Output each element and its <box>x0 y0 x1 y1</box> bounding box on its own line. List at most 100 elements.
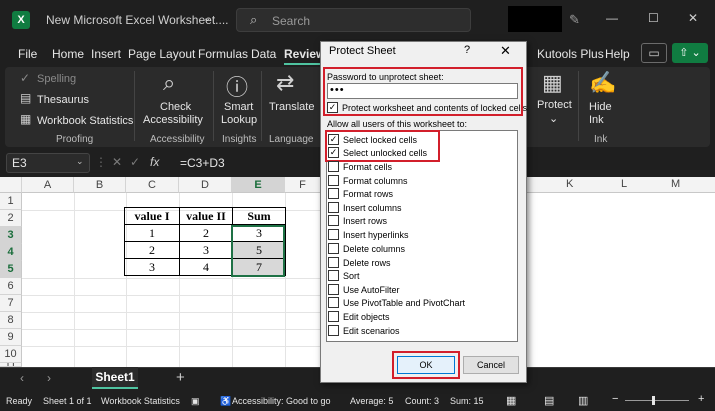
row-header[interactable]: 6 <box>0 278 22 295</box>
permission-checkbox[interactable] <box>328 257 339 268</box>
tab-home[interactable]: Home <box>52 47 84 61</box>
add-sheet-button[interactable]: + <box>176 369 185 386</box>
zoom-slider[interactable] <box>625 400 689 401</box>
table-cell[interactable]: 3 <box>179 241 233 259</box>
sheet-tab[interactable]: Sheet1 <box>92 367 138 389</box>
table-header-cell[interactable]: value I <box>124 207 180 225</box>
search-input[interactable]: Search <box>272 14 310 28</box>
pen-icon[interactable]: ✎ <box>569 12 580 28</box>
column-header[interactable]: C <box>126 177 179 193</box>
check-accessibility-label-2[interactable]: Accessibility <box>143 114 203 126</box>
column-header[interactable]: D <box>179 177 232 193</box>
document-title[interactable]: New Microsoft Excel Worksheet.... <box>46 13 229 27</box>
permission-checkbox[interactable] <box>328 284 339 295</box>
comments-button[interactable]: ▭ <box>641 43 667 63</box>
translate-button[interactable]: Translate <box>269 101 314 113</box>
column-header[interactable]: L <box>621 178 627 190</box>
chevron-down-icon[interactable]: ⌄ <box>549 112 558 125</box>
chevron-down-icon[interactable]: ⌄ <box>76 156 84 167</box>
share-button[interactable]: ⇧ ⌄ <box>672 43 708 63</box>
permission-label[interactable]: Insert rows <box>343 216 387 226</box>
table-header-cell[interactable]: Sum <box>232 207 286 225</box>
row-header[interactable]: 9 <box>0 329 22 346</box>
tab-kutools-plus[interactable]: Kutools Plus <box>537 47 604 61</box>
permission-checkbox[interactable] <box>328 161 339 172</box>
permission-label[interactable]: Format cells <box>343 162 392 172</box>
permission-checkbox[interactable] <box>328 229 339 240</box>
column-header[interactable]: A <box>22 177 74 193</box>
zoom-out-icon[interactable]: − <box>612 393 618 405</box>
column-header[interactable]: K <box>566 178 573 190</box>
row-header[interactable]: 5 <box>0 261 22 278</box>
chevron-right-icon[interactable]: › <box>47 371 51 385</box>
zoom-in-icon[interactable]: + <box>698 393 704 405</box>
chevron-down-icon[interactable]: ⌄ <box>203 13 211 24</box>
zoom-slider-thumb[interactable] <box>652 396 655 405</box>
thesaurus-button[interactable]: Thesaurus <box>37 94 89 106</box>
permission-checkbox[interactable] <box>328 297 339 308</box>
minimize-icon[interactable]: — <box>606 11 618 25</box>
permission-label[interactable]: Edit scenarios <box>343 326 400 336</box>
status-workbook-statistics[interactable]: Workbook Statistics <box>101 396 180 406</box>
row-header[interactable]: 1 <box>0 193 22 210</box>
permission-label[interactable]: Use AutoFilter <box>343 285 400 295</box>
permission-label[interactable]: Sort <box>343 271 360 281</box>
table-cell[interactable]: 3 <box>124 258 180 276</box>
close-icon[interactable]: ✕ <box>688 11 698 25</box>
permission-checkbox[interactable] <box>328 202 339 213</box>
tab-insert[interactable]: Insert <box>91 47 121 61</box>
permission-checkbox[interactable] <box>328 215 339 226</box>
formula-input[interactable]: =C3+D3 <box>180 156 225 170</box>
tab-data[interactable]: Data <box>251 47 276 61</box>
permission-checkbox[interactable] <box>328 188 339 199</box>
protect-button[interactable]: Protect <box>537 99 572 111</box>
fx-icon[interactable]: fx <box>150 155 159 169</box>
row-header[interactable]: 8 <box>0 312 22 329</box>
permission-checkbox[interactable] <box>328 311 339 322</box>
row-header[interactable]: 2 <box>0 210 22 227</box>
tab-help[interactable]: Help <box>605 47 630 61</box>
permission-checkbox[interactable] <box>328 175 339 186</box>
row-header[interactable]: 3 <box>0 227 22 244</box>
permission-checkbox[interactable] <box>328 270 339 281</box>
permission-label[interactable]: Insert columns <box>343 203 402 213</box>
cancel-icon[interactable]: ✕ <box>112 155 122 169</box>
smart-lookup-label-1[interactable]: Smart <box>224 101 253 113</box>
macro-recording-icon[interactable]: ▣ <box>191 396 200 407</box>
permission-label[interactable]: Delete rows <box>343 258 391 268</box>
page-layout-view-icon[interactable]: ▤ <box>544 394 554 407</box>
normal-view-icon[interactable]: ▦ <box>506 394 516 407</box>
column-header[interactable]: F <box>285 177 321 193</box>
smart-lookup-label-2[interactable]: Lookup <box>221 114 257 126</box>
tab-formulas[interactable]: Formulas <box>198 47 248 61</box>
selection-range[interactable] <box>231 225 285 277</box>
table-cell[interactable]: 1 <box>124 224 180 242</box>
permission-checkbox[interactable] <box>328 243 339 254</box>
select-all-corner[interactable] <box>0 177 22 193</box>
table-cell[interactable]: 4 <box>179 258 233 276</box>
permission-label[interactable]: Use PivotTable and PivotChart <box>343 298 465 308</box>
column-header[interactable]: E <box>232 177 285 193</box>
maximize-icon[interactable]: ☐ <box>648 11 659 25</box>
permission-label[interactable]: Format rows <box>343 189 393 199</box>
row-header[interactable]: 7 <box>0 295 22 312</box>
spelling-button[interactable]: Spelling <box>37 73 76 85</box>
close-icon[interactable]: ✕ <box>500 43 511 59</box>
tab-page-layout[interactable]: Page Layout <box>128 47 195 61</box>
table-header-cell[interactable]: value II <box>179 207 233 225</box>
cancel-button[interactable]: Cancel <box>463 356 519 374</box>
permission-label[interactable]: Edit objects <box>343 312 390 322</box>
help-icon[interactable]: ? <box>464 44 470 56</box>
tab-file[interactable]: File <box>18 47 37 61</box>
hide-ink-label-2[interactable]: Ink <box>589 114 604 126</box>
status-accessibility[interactable]: Accessibility: Good to go <box>232 396 331 406</box>
permission-label[interactable]: Delete columns <box>343 244 405 254</box>
permission-checkbox[interactable] <box>328 325 339 336</box>
enter-icon[interactable]: ✓ <box>130 155 140 169</box>
permission-label[interactable]: Format columns <box>343 176 408 186</box>
hide-ink-label-1[interactable]: Hide <box>589 101 612 113</box>
page-break-view-icon[interactable]: ▥ <box>578 394 588 407</box>
permission-label[interactable]: Insert hyperlinks <box>343 230 409 240</box>
table-cell[interactable]: 2 <box>179 224 233 242</box>
chevron-left-icon[interactable]: ‹ <box>20 371 24 385</box>
